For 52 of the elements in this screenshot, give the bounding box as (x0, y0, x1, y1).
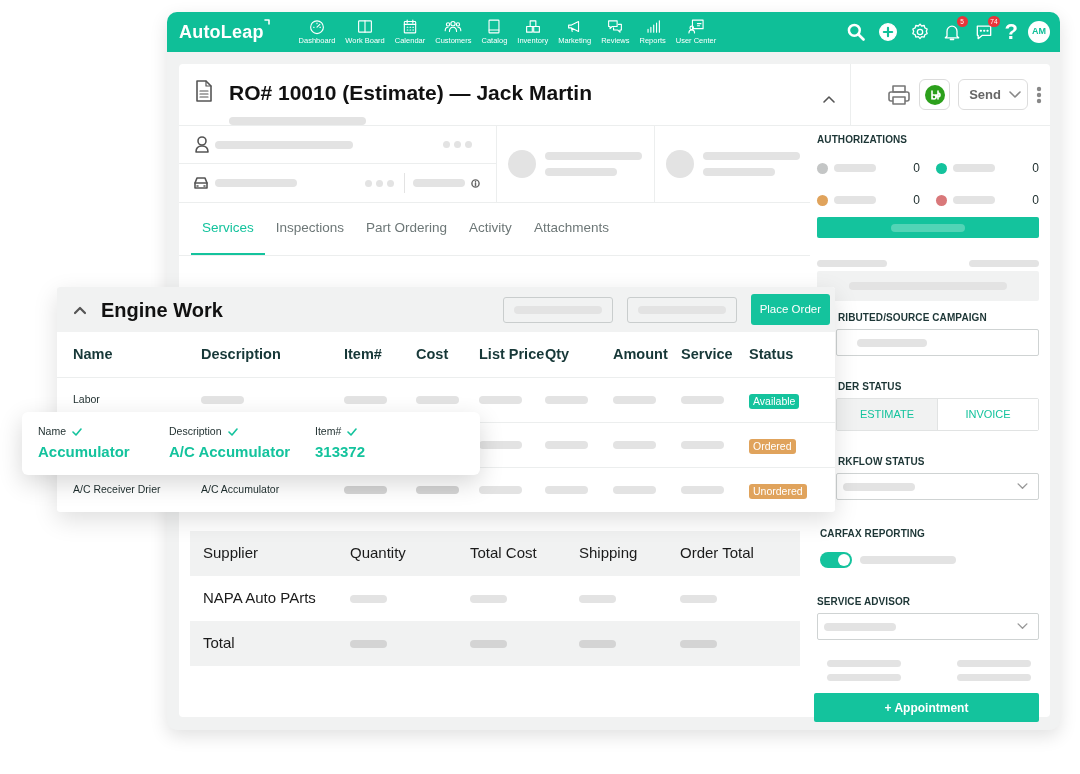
field-label: RIBUTED/SOURCE CAMPAIGN (838, 311, 987, 326)
count-text: 0 (1032, 160, 1039, 178)
field-label: Description (169, 424, 222, 439)
table-cell-text: A/C Accumulator (201, 482, 281, 498)
column-header: Description (201, 344, 282, 364)
status-badge: Unordered (749, 484, 807, 499)
field-label: CARFAX REPORTING (819, 527, 926, 542)
column-header: Order Total (680, 543, 755, 564)
section-title: Engine Work (101, 297, 223, 323)
field-label: AUTHORIZATIONS (817, 133, 909, 148)
column-header: Total Cost (470, 543, 538, 564)
field-value: Accumulator (38, 441, 131, 462)
column-header: Supplier (203, 543, 260, 564)
tab[interactable]: Activity (458, 203, 523, 256)
page-title: RO# 10010 (Estimate) — Jack Martin (229, 80, 593, 106)
help-link[interactable]: ? (1004, 21, 1018, 43)
count-text: 0 (913, 192, 920, 210)
table-cell-text: A/C Receiver Drier (73, 482, 162, 498)
field-label: SERVICE ADVISOR (817, 595, 912, 610)
column-header: Cost (416, 344, 450, 364)
table-cell-text: Labor (73, 392, 101, 408)
column-header: Amount (613, 344, 669, 364)
tab[interactable]: Services (191, 203, 265, 256)
column-header: Status (749, 344, 795, 364)
field-value: 313372 (315, 441, 366, 462)
field-label: Item# (315, 424, 342, 439)
table-cell-text: Total (203, 633, 236, 654)
appointment-button[interactable]: + Appointment (814, 693, 1039, 723)
tab[interactable]: Part Ordering (355, 203, 459, 256)
column-header: Service (681, 344, 734, 364)
column-header: List Price (479, 344, 545, 364)
place-order-button[interactable]: Place Order (750, 294, 830, 325)
field-label: Name (38, 424, 66, 439)
count-text: 0 (913, 160, 920, 178)
count-text: 0 (1032, 192, 1039, 210)
app-logo[interactable]: AutoLeap (179, 18, 264, 46)
field-value: A/C Accumulator (169, 441, 292, 462)
table-cell-text: NAPA Auto PArts (203, 588, 317, 609)
column-header: Item# (344, 344, 383, 364)
column-header: Shipping (579, 543, 639, 564)
column-header: Name (73, 344, 114, 364)
segment-button[interactable]: ESTIMATE (837, 399, 938, 431)
column-header: Qty (545, 344, 571, 364)
field-label: DER STATUS (838, 380, 902, 395)
field-label: RKFLOW STATUS (838, 455, 925, 470)
send-button[interactable]: Send (958, 79, 1028, 111)
column-header: Quantity (350, 543, 407, 564)
tab[interactable]: Inspections (264, 203, 356, 256)
user-avatar[interactable]: AM (1028, 21, 1050, 43)
tab[interactable]: Attachments (522, 203, 620, 256)
status-badge: Available (749, 394, 800, 409)
status-badge: Ordered (749, 439, 796, 454)
